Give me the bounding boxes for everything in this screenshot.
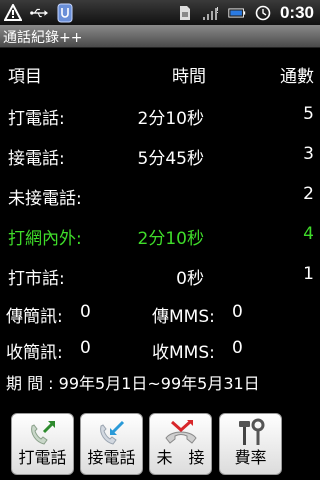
- app-notification-icon: [56, 3, 74, 22]
- app-title: 通話紀錄++: [3, 30, 83, 46]
- sms-recv-value: 0: [80, 338, 91, 358]
- alarm-icon: [254, 4, 272, 22]
- row-time: 2分10秒: [137, 229, 204, 249]
- table-row-landline: 打市話: 0秒 1: [0, 260, 320, 290]
- outgoing-calls-button[interactable]: 打電話: [11, 413, 74, 475]
- mms-sent-value: 0: [232, 302, 243, 322]
- rate-button[interactable]: 費率: [219, 413, 282, 475]
- row-count: 3: [303, 144, 314, 164]
- no-signal-icon: !: [202, 4, 220, 22]
- row-time: 2分10秒: [137, 109, 204, 129]
- outgoing-calls-label: 打電話: [18, 448, 67, 467]
- missed-calls-label: 未 接: [156, 448, 205, 467]
- battery-icon: [228, 4, 246, 22]
- header-time: 時間: [172, 67, 206, 87]
- title-bar: 通話紀錄++: [0, 25, 320, 48]
- mms-recv-value: 0: [232, 338, 243, 358]
- table-row-outgoing: 打電話: 2分10秒 5: [0, 100, 320, 130]
- status-bar: ! 0:30: [0, 0, 320, 26]
- table-row-missed: 未接電話: 2: [0, 180, 320, 210]
- row-label: 打網內外:: [8, 229, 82, 249]
- table-row-incoming: 接電話: 5分45秒 3: [0, 140, 320, 170]
- row-count: 4: [303, 224, 314, 244]
- mms-sent-label: 傳MMS:: [152, 307, 215, 327]
- row-time: 5分45秒: [137, 149, 204, 169]
- period-text: 期 間 : 99年5月1日~99年5月31日: [6, 374, 260, 393]
- svg-text:!: !: [216, 6, 219, 15]
- rate-label: 費率: [234, 448, 267, 467]
- missed-calls-button[interactable]: 未 接: [149, 413, 212, 475]
- row-label: 未接電話:: [8, 189, 82, 209]
- mms-recv-label: 收MMS:: [152, 343, 215, 363]
- sms-sent-value: 0: [80, 302, 91, 322]
- row-count: 5: [303, 104, 314, 124]
- row-label: 打電話:: [8, 109, 65, 129]
- row-label: 接電話:: [8, 149, 65, 169]
- row-time: 0秒: [176, 269, 204, 289]
- usb-icon: [30, 4, 48, 22]
- sms-recv-label: 收簡訊:: [6, 343, 63, 363]
- warning-icon: [4, 4, 22, 22]
- row-label: 打市話:: [8, 269, 65, 289]
- status-clock: 0:30: [279, 2, 314, 22]
- row-count: 2: [303, 184, 314, 204]
- row-count: 1: [303, 264, 314, 284]
- table-row-network: 打網內外: 2分10秒 4: [0, 220, 320, 250]
- header-item: 項目: [8, 67, 42, 87]
- incoming-calls-button[interactable]: 接電話: [80, 413, 143, 475]
- header-count: 通數: [280, 67, 314, 87]
- incoming-calls-label: 接電話: [87, 448, 136, 467]
- sms-sent-label: 傳簡訊:: [6, 307, 63, 327]
- sim-icon: [176, 4, 194, 22]
- table-header: 項目 時間 通數: [0, 58, 320, 88]
